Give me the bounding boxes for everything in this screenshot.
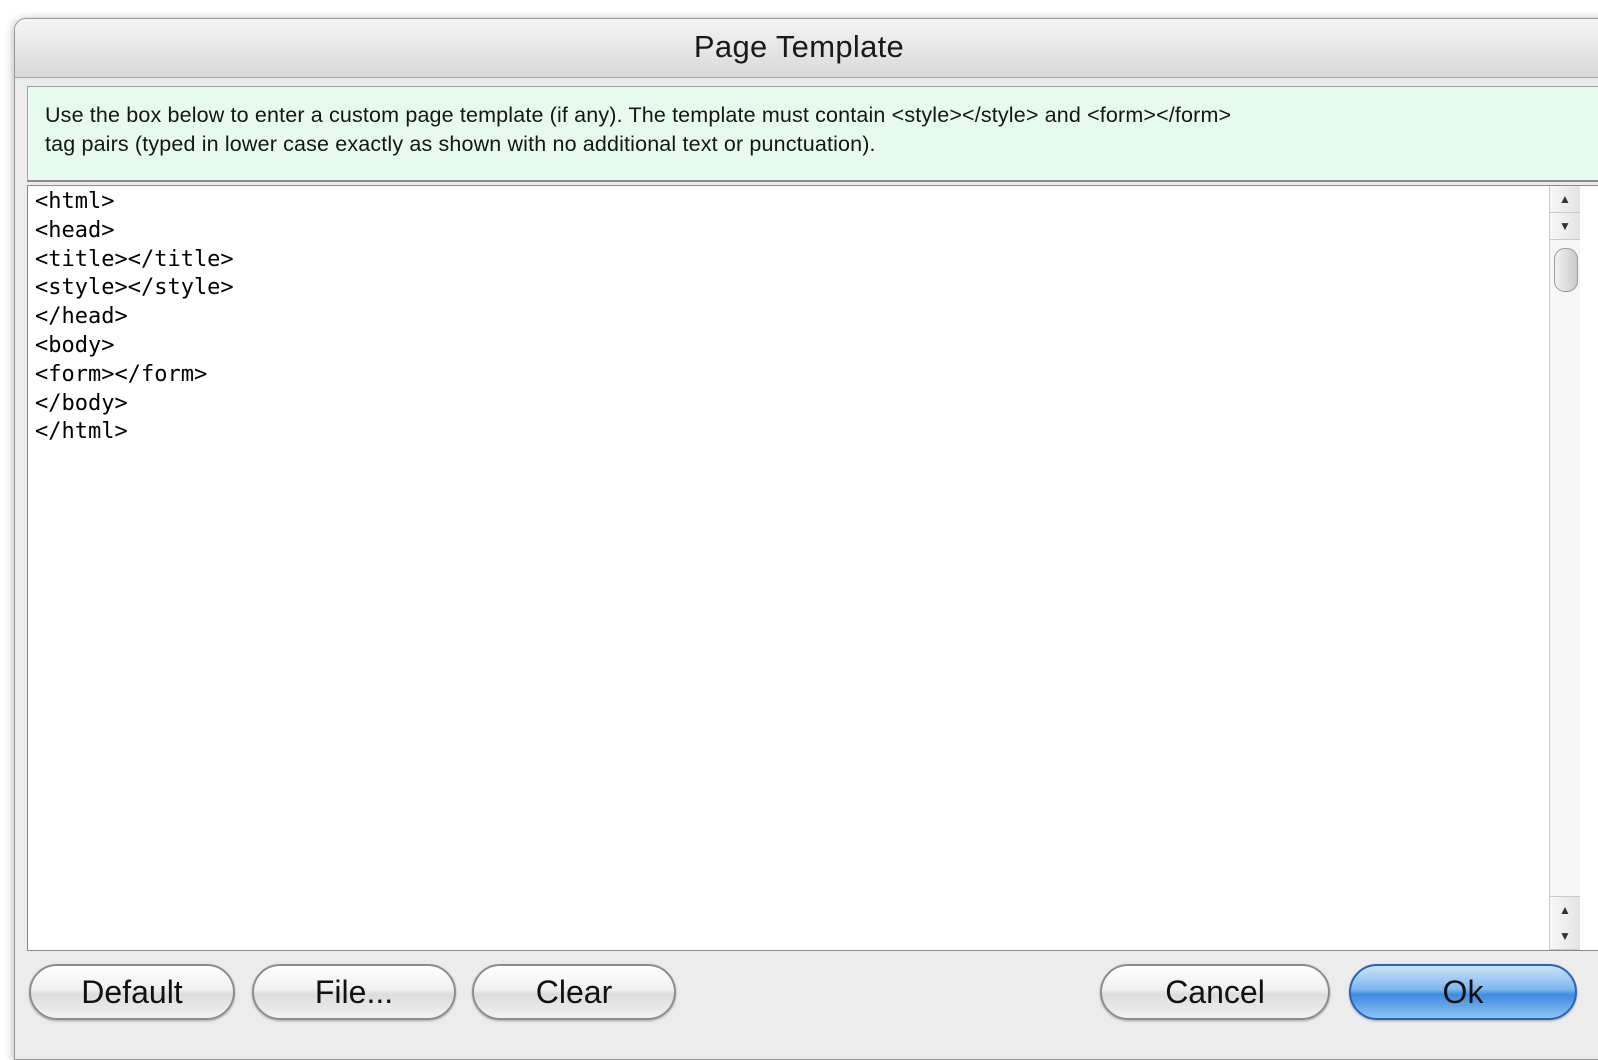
ok-button[interactable]: Ok — [1349, 964, 1577, 1020]
title-bar[interactable]: Page Template — [15, 19, 1598, 78]
file-button[interactable]: File... — [252, 964, 456, 1020]
arrow-down-icon[interactable]: ▼ — [1550, 923, 1580, 950]
arrow-down-icon[interactable]: ▼ — [1550, 213, 1580, 240]
scroll-thumb[interactable] — [1554, 248, 1578, 292]
default-button[interactable]: Default — [29, 964, 235, 1020]
template-text[interactable]: <html> <head> <title></title> <style></s… — [35, 188, 234, 447]
page-template-dialog: Page Template Use the box below to enter… — [14, 18, 1598, 1060]
clear-button[interactable]: Clear — [472, 964, 676, 1020]
editor-scrollbar[interactable]: ▲ ▼ ▲ ▼ — [1549, 186, 1580, 950]
template-editor[interactable]: <html> <head> <title></title> <style></s… — [27, 185, 1598, 951]
arrow-up-icon[interactable]: ▲ — [1550, 186, 1580, 213]
instructions-text: Use the box below to enter a custom page… — [45, 103, 1232, 156]
arrow-up-icon[interactable]: ▲ — [1550, 896, 1580, 924]
cancel-button[interactable]: Cancel — [1100, 964, 1330, 1020]
dialog-content: Use the box below to enter a custom page… — [15, 78, 1598, 1059]
dialog-title: Page Template — [693, 29, 905, 64]
instructions-box: Use the box below to enter a custom page… — [27, 86, 1598, 182]
